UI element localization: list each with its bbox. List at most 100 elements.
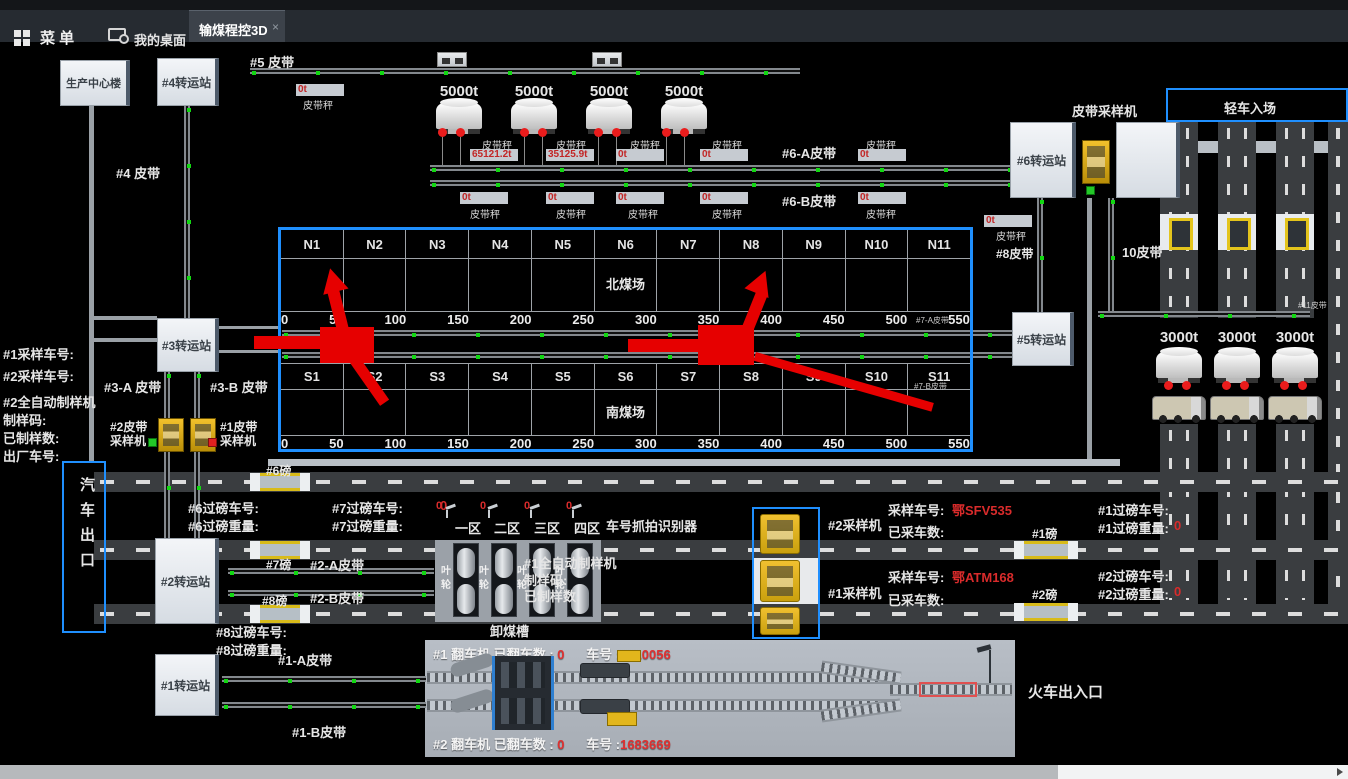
outgoing-car-label: 出厂车号: [3,446,59,465]
belt-11 [1098,311,1310,317]
menu-grid-icon[interactable] [14,30,21,37]
belt-7b-label: #7-B皮带 [914,381,947,392]
belt-scale-value: 0t [858,149,906,161]
north-yard-label: 北煤场 [606,274,645,293]
south-yard-label: 南煤场 [606,402,645,421]
belt-3a-label: #3-A 皮带 [104,377,161,396]
connector [219,350,278,353]
lamp-stem [542,137,543,166]
weigh-1-value: 0 [1174,518,1181,533]
dump-truck [1210,396,1264,420]
belt-4 [184,106,190,318]
scada-screen: 菜 单 我的桌面 输煤程控3D × 生产中心楼 #4转运站 #4 皮带 #5 皮… [0,0,1348,779]
belt-6b-label: #6-B皮带 [782,191,836,210]
belt-sampler-2-machine [158,418,184,452]
impeller-label: 轮 [440,576,452,591]
weigh-7-plate: #7过磅车号: [332,498,403,517]
belt-scale-value: 0t [460,192,508,204]
lamp-stem [524,137,525,166]
status-indicator-green [148,438,157,447]
auto-sampler-2-label: #2全自动制样机 [3,392,95,411]
belt-scale-label: 皮带秤 [470,206,500,221]
building-transfer-6: #6转运站 [1010,122,1076,198]
belt-8-label: #8皮带 [996,245,1033,262]
alarm-lamp [456,128,465,137]
lamp-stem [598,137,599,166]
connector [94,316,157,320]
sampler-truck [760,607,800,635]
dumper-1-count: 0 [557,647,564,662]
silo-5000t [661,103,707,129]
belt-scale-value: 0t [616,192,664,204]
sample-code-label: 制样码: [3,410,46,429]
silo-label: 3000t [1214,329,1260,346]
sampling-car-1-label: #1采样车号: [3,344,74,363]
camera-icon [446,510,448,518]
zone-2-label: 二区 [494,518,520,537]
silo-label: 3000t [1272,329,1318,346]
building-belt-sampler [1116,122,1180,198]
trough-label: 卸煤槽 [490,621,529,640]
building-transfer-4: #4转运站 [157,58,219,106]
scale-1-label: #1磅 [1032,525,1057,542]
scale-2-label: #2磅 [1032,586,1057,603]
silo-3000t [1214,352,1260,378]
silo-3000t [1156,352,1202,378]
belt-11-label: #11皮带 [1298,300,1327,311]
weighbridge-1 [1014,541,1078,559]
scroll-right-icon[interactable] [1332,765,1348,779]
belt-scale-label: 皮带秤 [628,206,658,221]
sample-plate-label: 采样车号: [888,500,944,519]
belt-2a-label: #2-A皮带 [310,555,364,574]
belt-scale-label: 皮带秤 [303,97,333,112]
belt-10-label: 10皮带 [1122,242,1162,261]
conveyor-gallery [268,459,1120,466]
zone-3-label: 三区 [534,518,560,537]
stacker-1-bar [254,336,322,349]
alarm-lamp [1240,381,1249,390]
building-production-center: 生产中心楼 [60,60,130,106]
silo-3000t [1272,352,1318,378]
belt-6a-label: #6-A皮带 [782,143,836,162]
stacker-1-body [320,327,374,363]
scale-8-label: #8磅 [262,592,287,609]
belt-scale-label: 皮带秤 [556,206,586,221]
lamp-stem [666,137,667,166]
belt-2b-label: #2-B皮带 [310,588,364,607]
belt-8 [1037,198,1043,312]
plate-recognizer-label: 车号抓拍识别器 [606,516,697,535]
sample-plate-label: 采样车号: [888,567,944,586]
train-gate-label: 火车出入口 [1028,681,1103,702]
signal-pole [989,650,991,683]
train-dumper-panel: #1 翻车机 已翻车数 : 0 车号 :1710056 #2 翻车机 已翻车数 … [425,640,1015,757]
scale-6-label: #6磅 [266,462,291,479]
impeller-label: 叶 [478,562,490,577]
belt-1b [222,702,426,708]
entry-gate [1160,214,1198,250]
entry-lane [1180,141,1348,153]
truck-sampler-2-label: #2采样机 [828,515,881,534]
horizontal-scrollbar-thumb[interactable] [0,765,1058,779]
stacker-2-bar [628,339,700,352]
south-ruler: 050100150200250300350400450500550 [281,436,970,451]
zone-1-count: 0 [436,500,442,512]
belt-scale-value: 0t [546,192,594,204]
tab-close-icon[interactable]: × [272,20,279,34]
sampled-count-label: 已采车数: [888,522,944,541]
tab-coal-control-3d[interactable]: 输煤程控3D × [189,10,285,42]
dumped-count-label: 已翻车数 : [494,737,554,752]
zone-4-label: 四区 [574,518,600,537]
tripper-car [437,52,467,67]
zone-1-label: 一区 [455,518,481,537]
silo-label: 5000t [661,83,707,100]
belt-6a [430,165,1012,171]
sample-plate-2-value: 鄂SFV535 [952,500,1012,519]
alarm-lamp [594,128,603,137]
menu-button[interactable]: 菜 单 [40,27,74,48]
belt-3a [164,372,170,540]
sample-count-label: 已制样数: [3,428,59,447]
desktop-icon[interactable] [108,28,126,41]
alarm-lamp [612,128,621,137]
my-desktop-button[interactable]: 我的桌面 [134,30,186,49]
belt-sampler-label: 皮带采样机 [1072,101,1137,120]
